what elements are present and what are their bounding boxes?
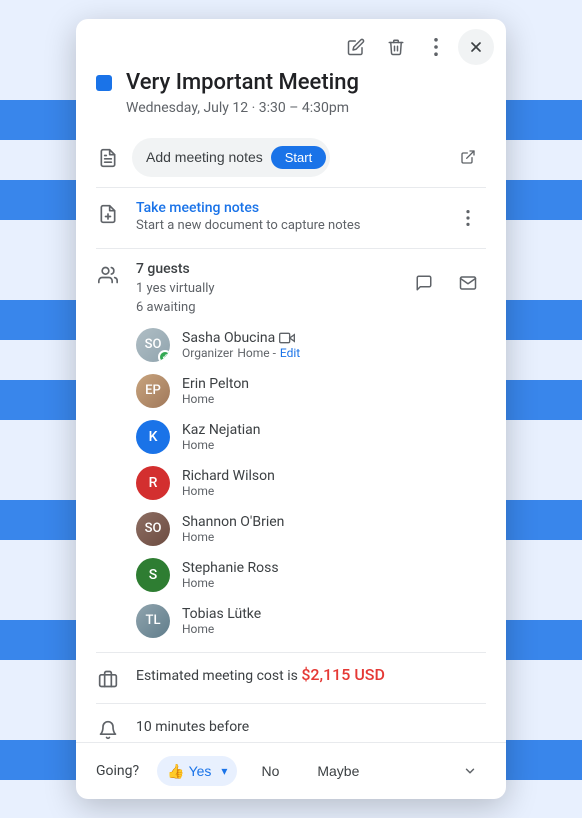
guest-item: SO Shannon O'Brien Home [136,506,486,552]
guest-location: Home [182,530,284,544]
guest-name: Erin Pelton [182,376,249,392]
avatar: S [136,558,170,592]
guest-name: Richard Wilson [182,468,275,484]
cost-icon [96,667,120,691]
reminder-row: 10 minutes before [76,704,506,742]
guest-item: SO Sasha Obucina Organizer Home - [136,322,486,368]
event-modal: Very Important Meeting Wednesday, July 1… [76,19,506,799]
reminder-icon [96,718,120,742]
take-notes-title[interactable]: Take meeting notes [136,200,434,216]
guests-icon [96,263,120,287]
guest-item: TL Tobias Lütke Home [136,598,486,644]
edit-button[interactable] [338,29,374,65]
guest-role: Organizer [182,346,233,360]
rsvp-yes-button[interactable]: 👍 Yes ▾ [157,756,237,786]
cost-row: Estimated meeting cost is $2,115 USD [76,653,506,703]
rsvp-footer: Going? 👍 Yes ▾ No Maybe [76,742,506,799]
guest-list: SO Sasha Obucina Organizer Home - [76,322,506,652]
avatar: EP [136,374,170,408]
avatar-checkmark [158,350,170,362]
guest-name: Shannon O'Brien [182,514,284,530]
take-notes-row: Take meeting notes Start a new document … [76,188,506,248]
guest-item: S Stephanie Ross Home [136,552,486,598]
guest-name: Sasha Obucina [182,330,275,346]
yes-label: Yes [189,763,212,779]
avatar: TL [136,604,170,638]
guest-location: Home [182,622,261,636]
delete-button[interactable] [378,29,414,65]
reminder-text: 10 minutes before [136,719,249,735]
thumb-icon: 👍 [167,763,184,780]
guest-edit-link[interactable]: Edit [280,346,300,360]
chat-guests-button[interactable] [406,265,442,301]
guest-item: R Richard Wilson Home [136,460,486,506]
event-time: Wednesday, July 12 · 3:30 – 4:30pm [126,100,359,116]
guest-name: Tobias Lütke [182,606,261,622]
cost-text: Estimated meeting cost is [136,668,301,684]
close-button[interactable] [458,29,494,65]
more-options-button[interactable] [418,29,454,65]
guest-actions [406,265,486,301]
start-badge: Start [271,146,326,169]
add-notes-row: Add meeting notes Start [76,128,506,187]
modal-content: Add meeting notes Start [76,128,506,742]
yes-dropdown-icon[interactable]: ▾ [215,762,233,780]
going-label: Going? [96,763,139,779]
take-notes-icon [96,202,120,226]
take-notes-subtitle: Start a new document to capture notes [136,218,434,233]
event-color-dot [96,75,112,91]
guest-item: K Kaz Nejatian Home [136,414,486,460]
guest-location: Home [182,438,261,452]
guests-row: 7 guests 1 yes virtually 6 awaiting [76,249,506,322]
event-header: Very Important Meeting Wednesday, July 1… [76,69,506,128]
guest-item: EP Erin Pelton Home [136,368,486,414]
guest-location: Home [182,576,279,590]
event-title: Very Important Meeting [126,69,359,98]
rsvp-more-button[interactable] [454,755,486,787]
avatar: SO [136,328,170,362]
add-meeting-notes-button[interactable]: Add meeting notes Start [132,138,330,177]
avatar: R [136,466,170,500]
take-notes-more-button[interactable] [450,200,486,236]
modal-toolbar [76,19,506,69]
avatar: SO [136,512,170,546]
guest-name: Stephanie Ross [182,560,279,576]
rsvp-maybe-button[interactable]: Maybe [303,757,373,785]
cost-amount: $2,115 USD [301,665,385,684]
guests-sub: 1 yes virtually 6 awaiting [136,279,390,318]
guest-name: Kaz Nejatian [182,422,261,438]
notes-icon [96,146,120,170]
guest-location: Home [182,484,275,498]
guest-location: Home [182,392,249,406]
guests-count: 7 guests [136,261,390,277]
add-notes-label: Add meeting notes [146,149,263,165]
email-guests-button[interactable] [450,265,486,301]
video-icon [279,330,295,346]
open-external-button[interactable] [450,139,486,175]
avatar: K [136,420,170,454]
rsvp-no-button[interactable]: No [247,757,293,785]
